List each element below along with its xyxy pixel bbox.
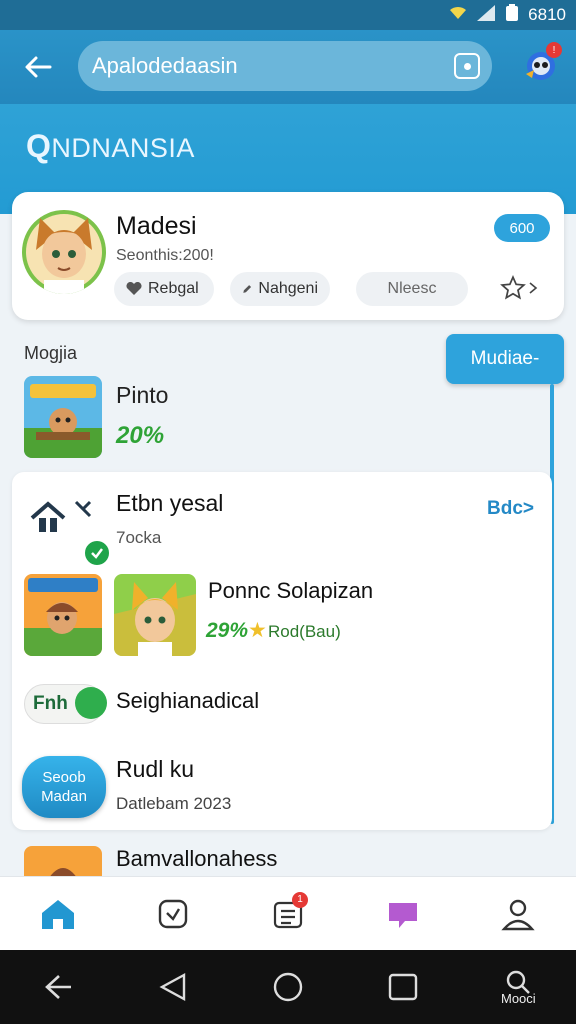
chip-label: Nahgeni xyxy=(258,280,318,297)
square-recents-icon xyxy=(388,973,418,1001)
triangle-back-icon xyxy=(159,972,185,1002)
back-button[interactable] xyxy=(18,47,58,87)
section-title: Mogjia xyxy=(24,343,78,363)
brand-title-text: NDNANSIA xyxy=(51,133,195,163)
list-item-subtitle: 7ocka xyxy=(116,528,162,547)
seood-button[interactable]: Seoob Madan xyxy=(22,756,106,818)
nav-badge: 1 xyxy=(291,891,308,908)
sys-home-button[interactable] xyxy=(258,957,318,1017)
game-thumbnail[interactable] xyxy=(24,574,102,656)
account-avatar-button[interactable]: ! xyxy=(522,42,562,86)
system-nav: Mooci xyxy=(0,950,576,1024)
profile-card[interactable]: Madesi Seonthis:200! 600 Rebgal Nahgeni … xyxy=(12,192,564,320)
app-bar: Apalodedaasin ! xyxy=(0,30,576,104)
circle-home-icon xyxy=(273,972,303,1002)
section-action-button[interactable]: Mudiae- xyxy=(446,334,564,384)
nav-home[interactable] xyxy=(28,884,88,944)
row-percent: 20% xyxy=(116,422,165,449)
character-thumbnail[interactable] xyxy=(114,574,196,656)
sys-back-button[interactable] xyxy=(28,957,88,1017)
list-item-extra: Rod(Bau) xyxy=(268,622,341,641)
row-title[interactable]: Pinto xyxy=(116,382,168,409)
list-item-title[interactable]: Bamvallonahess xyxy=(116,846,277,872)
nav-profile[interactable] xyxy=(488,884,548,944)
profile-subtitle: Seonthis:200! xyxy=(116,247,214,264)
camera-icon[interactable] xyxy=(454,53,480,79)
wifi-icon xyxy=(449,5,467,26)
leaf-icon xyxy=(75,687,107,719)
bottom-nav: 1 xyxy=(0,876,576,950)
sys-search-label: Mooci xyxy=(501,990,536,1006)
chip-label: Nleesc xyxy=(387,280,437,297)
heart-icon xyxy=(126,282,142,295)
rating-badge: 29%★ xyxy=(206,619,267,642)
search-input[interactable]: Apalodedaasin xyxy=(78,41,492,91)
battery-icon xyxy=(505,3,519,27)
chip-label: Rebgal xyxy=(148,280,199,297)
list-item-icon-group xyxy=(26,490,112,568)
back-icon xyxy=(44,975,71,999)
back-arrow-icon xyxy=(25,56,52,78)
nav-rewards[interactable] xyxy=(143,884,203,944)
chip-nahgeni[interactable]: Nahgeni xyxy=(230,272,330,306)
list-item-title[interactable]: Ponnc Solapizan xyxy=(208,578,373,604)
chip-rebgal[interactable]: Rebgal xyxy=(114,272,214,306)
person-icon xyxy=(501,899,535,930)
status-time: 6810 xyxy=(528,5,566,24)
profile-name: Madesi xyxy=(116,212,197,240)
sys-recents-button[interactable] xyxy=(373,957,433,1017)
chip-nleesc[interactable]: Nleesc xyxy=(356,272,468,306)
tools-icon xyxy=(74,500,92,518)
profile-avatar[interactable] xyxy=(22,210,106,294)
pencil-icon xyxy=(243,285,252,293)
brand-logo-icon: Q xyxy=(26,128,52,164)
fnh-chip[interactable]: Fnh xyxy=(24,684,107,724)
star-icon xyxy=(500,275,526,300)
game-thumbnail[interactable] xyxy=(24,376,102,458)
brand-title: QNDNANSIA xyxy=(26,128,195,165)
home-icon xyxy=(41,899,74,929)
nav-list[interactable]: 1 xyxy=(258,884,318,944)
list-item-link[interactable]: Bdc> xyxy=(487,498,534,520)
search-input-value: Apalodedaasin xyxy=(92,53,238,78)
sys-triangle-button[interactable] xyxy=(143,957,203,1017)
chevron-right-icon xyxy=(529,282,538,294)
check-icon xyxy=(82,538,112,568)
list-item-title[interactable]: Rudl ku xyxy=(116,756,194,783)
nav-messages[interactable] xyxy=(373,884,433,944)
notification-badge: ! xyxy=(546,42,562,58)
list-item-title[interactable]: Etbn yesal xyxy=(116,490,223,517)
home-icon xyxy=(30,501,66,532)
status-bar: 6810 xyxy=(0,0,576,30)
list-card: Etbn yesal 7ocka Bdc> Ponnc Solapizan 29… xyxy=(12,472,552,830)
list-item-date: Datlebam 2023 xyxy=(116,794,232,813)
favorite-button[interactable] xyxy=(500,274,548,302)
star-sparkle-icon: ★ xyxy=(248,619,267,642)
signal-icon xyxy=(476,4,496,27)
chat-icon xyxy=(389,902,418,928)
sys-search-button[interactable]: Mooci xyxy=(488,957,548,1017)
list-item-title[interactable]: Seighianadical xyxy=(116,688,259,714)
badge-icon xyxy=(158,899,187,928)
score-badge[interactable]: 600 xyxy=(494,214,550,242)
